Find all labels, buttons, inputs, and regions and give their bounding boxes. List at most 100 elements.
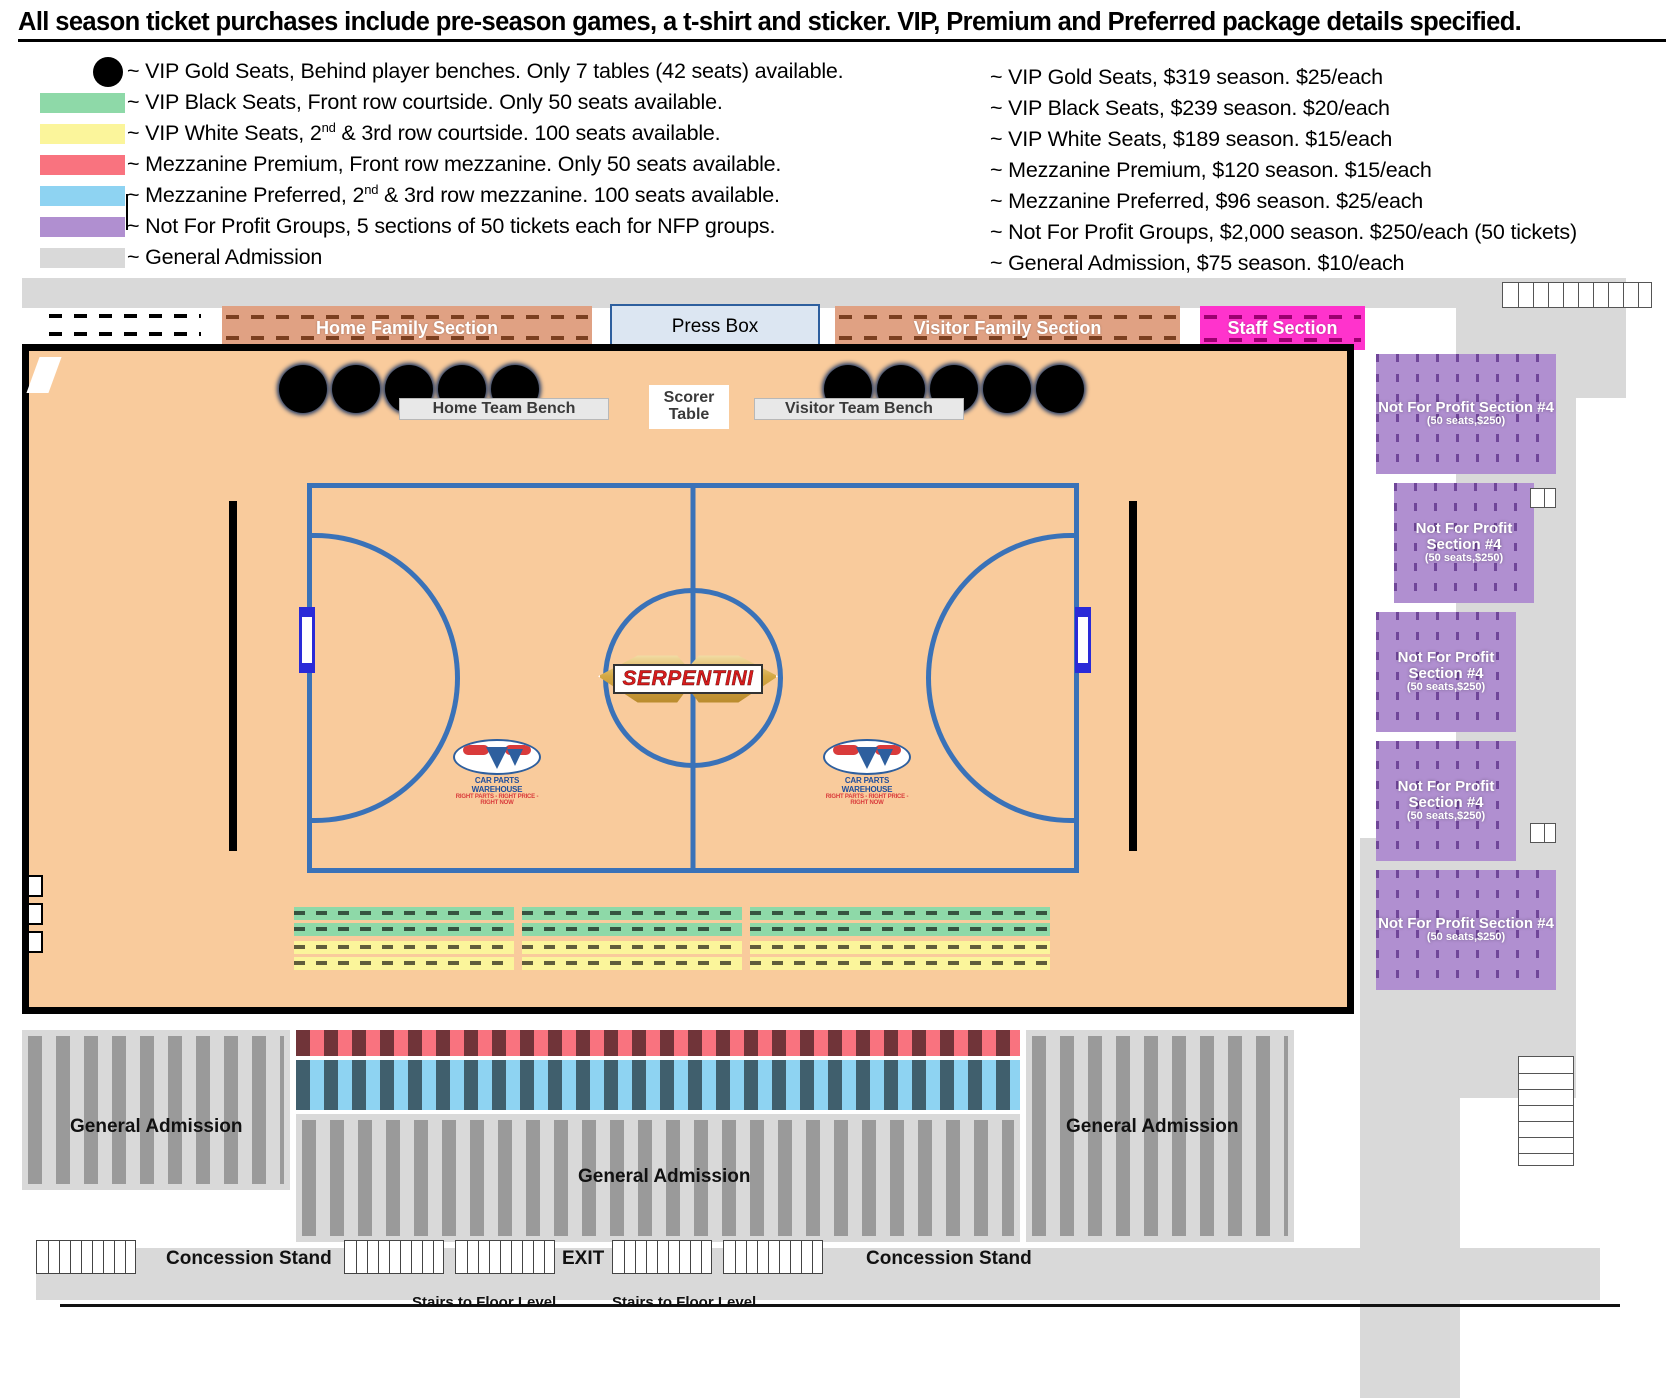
center-logo-text: SERPENTINI <box>613 664 763 694</box>
legend-item-vip-white: ~ VIP White Seats, 2nd & 3rd row courtsi… <box>40 118 960 149</box>
stair-grid-3[interactable] <box>612 1240 712 1274</box>
vip-gold-table[interactable] <box>983 365 1031 413</box>
legend-price-vip-gold: ~ VIP Gold Seats, $319 season. $25/each <box>990 65 1383 89</box>
mezzanine-preferred-rows[interactable] <box>296 1060 1020 1110</box>
section-home-family[interactable]: Home Family Section <box>222 306 592 350</box>
section-visitor-family[interactable]: Visitor Family Section <box>835 306 1180 350</box>
dash-pattern <box>45 306 205 350</box>
ticket-marker-2 <box>1530 823 1556 843</box>
nfp-section-1[interactable]: Not For Profit Section #4 (50 seats,$250… <box>1376 354 1556 474</box>
legend-label-mezz-premium: ~ Mezzanine Premium, Front row mezzanine… <box>127 152 782 176</box>
concession-stand-right: Concession Stand <box>866 1248 1032 1269</box>
court-entry-left-top <box>26 357 62 393</box>
scorer-table-label-line1: Scorer <box>663 389 715 407</box>
vip-gold-table[interactable] <box>1036 365 1084 413</box>
legend-price-nfp: ~ Not For Profit Groups, $2,000 season. … <box>990 220 1577 244</box>
sponsor-oval-icon <box>823 739 911 775</box>
visitor-team-bench: Visitor Team Bench <box>754 398 964 420</box>
vip-white-seat-row-2[interactable] <box>294 957 1050 970</box>
stairs-label-left: Stairs to Floor Level <box>412 1294 557 1311</box>
vip-gold-table[interactable] <box>279 365 327 413</box>
legend-label-ga: ~ General Admission <box>127 245 323 269</box>
stair-grid-2[interactable] <box>455 1240 555 1274</box>
nfp-title-4: Not For Profit Section #4 <box>1397 777 1495 812</box>
legend-label-nfp: ~ Not For Profit Groups, 5 sections of 5… <box>127 214 776 238</box>
vip-gold-table[interactable] <box>332 365 380 413</box>
legend-label-mezz-preferred: ~ Mezzanine Preferred, 2nd & 3rd row mez… <box>127 182 780 208</box>
court-sideline-bar-left <box>229 501 237 851</box>
legend-price-mezz-premium: ~ Mezzanine Premium, $120 season. $15/ea… <box>990 158 1432 182</box>
nfp-title-1: Not For Profit Section #4 <box>1378 398 1554 416</box>
section-label-staff: Staff Section <box>1227 317 1338 338</box>
ticket-strip-top-right <box>1502 282 1652 308</box>
legend-item-nfp: ~ Not For Profit Groups, 5 sections of 5… <box>40 211 960 242</box>
vip-black-seat-row-2[interactable] <box>294 923 1050 936</box>
court-entry-left-2 <box>27 903 43 925</box>
mezzanine-premium-row[interactable] <box>296 1030 1020 1056</box>
stairs-label-right: Stairs to Floor Level <box>612 1294 757 1311</box>
legend-swatch-vip-gold <box>40 56 125 87</box>
exit-label: EXIT <box>562 1248 605 1269</box>
nfp-sub-5: (50 seats,$250) <box>1426 931 1506 944</box>
black-circle-icon <box>93 56 123 87</box>
legend-label-vip-white: ~ VIP White Seats, 2nd & 3rd row courtsi… <box>127 120 721 146</box>
section-staff[interactable]: Staff Section <box>1200 306 1365 350</box>
sponsor-name-right: CAR PARTS WAREHOUSE <box>841 776 893 794</box>
stair-grid-1[interactable] <box>344 1240 444 1274</box>
legend-price-mezz-preferred: ~ Mezzanine Preferred, $96 season. $25/e… <box>990 189 1424 213</box>
court-entry-left-3 <box>27 931 43 953</box>
seat-dash-pattern <box>28 1036 284 1184</box>
open-seating-dashes-left <box>45 306 205 350</box>
stair-grid-far-left <box>36 1240 136 1274</box>
section-label-press-box: Press Box <box>671 316 759 337</box>
court-entry-left-1 <box>27 875 43 897</box>
concession-stand-left: Concession Stand <box>166 1248 332 1269</box>
sponsor-tagline-right: RIGHT PARTS - RIGHT PRICE - RIGHT NOW <box>825 794 909 806</box>
floor-sponsor-right: CAR PARTS WAREHOUSE RIGHT PARTS - RIGHT … <box>819 739 915 807</box>
stair-grid-4[interactable] <box>723 1240 823 1274</box>
legend-swatch-nfp <box>40 216 125 237</box>
visitor-bench-label: Visitor Team Bench <box>785 400 933 417</box>
vip-black-seat-row[interactable] <box>294 907 1050 920</box>
goal-right <box>1075 607 1091 673</box>
vip-white-seat-row-1[interactable] <box>294 941 1050 954</box>
nfp-section-4[interactable]: Not For Profit Section #4 (50 seats,$250… <box>1376 741 1516 861</box>
nfp-title-5: Not For Profit Section #4 <box>1378 914 1554 932</box>
legend-price-vip-white: ~ VIP White Seats, $189 season. $15/each <box>990 127 1393 151</box>
legend-swatch-vip-black <box>40 92 125 113</box>
section-label-home-family: Home Family Section <box>315 317 499 338</box>
footer-concourse: Concession Stand Stairs to Floor Level E… <box>0 1218 1680 1320</box>
court-sideline-bar-right <box>1129 501 1137 851</box>
penalty-arc-right <box>926 533 1076 823</box>
nfp-section-3[interactable]: Not For Profit Section #4 (50 seats,$250… <box>1376 612 1516 732</box>
floor-sponsor-left: CAR PARTS WAREHOUSE RIGHT PARTS - RIGHT … <box>449 739 545 807</box>
ga-label-right: General Admission <box>1066 1116 1239 1137</box>
ga-label-left: General Admission <box>70 1116 243 1137</box>
nfp-title-3: Not For Profit Section #4 <box>1397 648 1495 683</box>
arena-seating-chart: All season ticket purchases include pre-… <box>0 0 1680 1398</box>
penalty-arc-left <box>310 533 460 823</box>
legend-divider <box>126 194 128 230</box>
court-floor[interactable]: Home Team Bench Visitor Team Bench Score… <box>22 344 1354 1014</box>
page-title: All season ticket purchases include pre-… <box>18 8 1666 42</box>
legend-swatch-mezz-preferred <box>40 185 125 206</box>
legend-item-ga: ~ General Admission <box>40 242 960 273</box>
goal-left <box>299 607 315 673</box>
home-bench-label: Home Team Bench <box>432 400 576 417</box>
legend-swatch-mezz-premium <box>40 154 125 175</box>
home-team-bench: Home Team Bench <box>399 398 609 420</box>
legend-price-vip-black: ~ VIP Black Seats, $239 season. $20/each <box>990 96 1390 120</box>
legend-item-mezz-preferred: ~ Mezzanine Preferred, 2nd & 3rd row mez… <box>40 180 960 211</box>
legend-item-vip-black: ~ VIP Black Seats, Front row courtside. … <box>40 87 960 118</box>
nfp-section-2[interactable]: Not For Profit Section #4 (50 seats,$250… <box>1394 483 1534 603</box>
ga-block-left[interactable] <box>22 1030 290 1190</box>
legend-price-ga: ~ General Admission, $75 season. $10/eac… <box>990 251 1405 275</box>
legend-descriptions: ~ VIP Gold Seats, Behind player benches.… <box>40 56 960 273</box>
sponsor-tagline-left: RIGHT PARTS - RIGHT PRICE - RIGHT NOW <box>455 794 539 806</box>
nfp-section-5[interactable]: Not For Profit Section #4 (50 seats,$250… <box>1376 870 1556 990</box>
legend-swatch-ga <box>40 247 125 268</box>
center-court-logo: SERPENTINI <box>593 646 783 712</box>
legend-item-mezz-premium: ~ Mezzanine Premium, Front row mezzanine… <box>40 149 960 180</box>
scorer-table: Scorer Table <box>649 385 729 429</box>
ga-label-center: General Admission <box>578 1166 751 1187</box>
